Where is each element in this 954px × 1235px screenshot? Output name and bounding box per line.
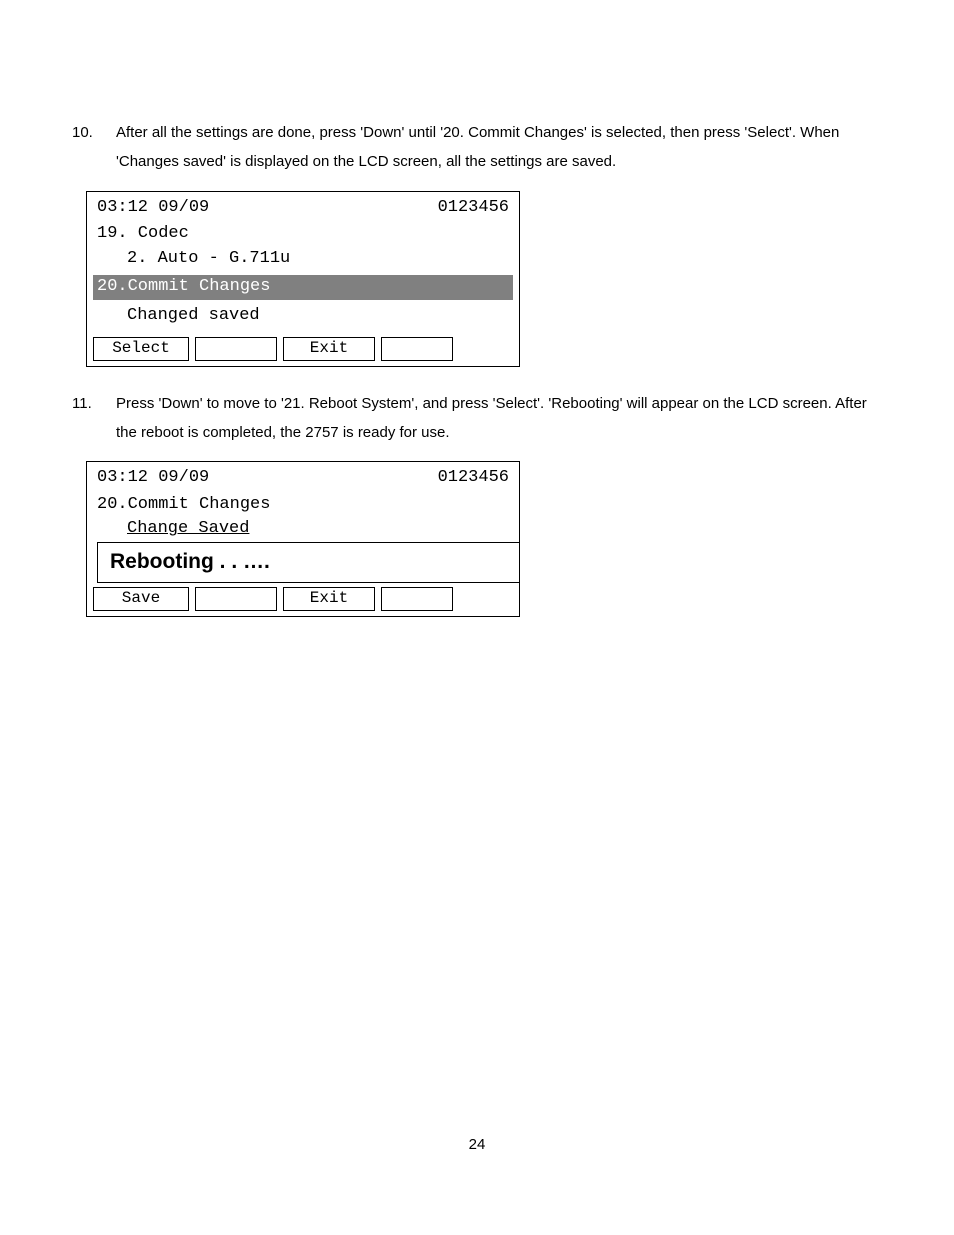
- step-number: 11.: [60, 389, 116, 448]
- lcd-code: 0123456: [438, 466, 509, 491]
- lcd-code: 0123456: [438, 196, 509, 221]
- lcd-body: 20.Commit Changes Change Saved: [87, 491, 519, 542]
- page-content: 10. After all the settings are done, pre…: [0, 0, 954, 617]
- reboot-message-box: Rebooting . . ….: [97, 542, 519, 582]
- lcd-header: 03:12 09/09 0123456: [87, 192, 519, 221]
- page-number: 24: [0, 1136, 954, 1153]
- step-10: 10. After all the settings are done, pre…: [60, 118, 894, 177]
- lcd-button-row: Save Exit: [87, 583, 519, 616]
- step-text: After all the settings are done, press '…: [116, 118, 894, 177]
- step-text: Press 'Down' to move to '21. Reboot Syst…: [116, 389, 894, 448]
- blank-button[interactable]: [381, 587, 453, 611]
- lcd-screen-1: 03:12 09/09 0123456 19. Codec 2. Auto - …: [86, 191, 520, 367]
- lcd-body: 19. Codec 2. Auto - G.711u: [87, 220, 519, 275]
- step-number: 10.: [60, 118, 116, 177]
- lcd-status: Changed saved: [87, 302, 519, 333]
- save-button[interactable]: Save: [93, 587, 189, 611]
- lcd-time: 03:12 09/09: [97, 196, 209, 221]
- lcd-time: 03:12 09/09: [97, 466, 209, 491]
- reboot-text: Rebooting . . ….: [110, 550, 270, 573]
- step-11: 11. Press 'Down' to move to '21. Reboot …: [60, 389, 894, 448]
- blank-button[interactable]: [195, 587, 277, 611]
- lcd-line: Change Saved: [97, 517, 509, 542]
- exit-button[interactable]: Exit: [283, 337, 375, 361]
- lcd-selected-line: 20.Commit Changes: [93, 275, 513, 300]
- lcd-line: 20.Commit Changes: [97, 493, 509, 518]
- lcd-button-row: Select Exit: [87, 333, 519, 366]
- lcd-line: 2. Auto - G.711u: [97, 247, 509, 272]
- select-button[interactable]: Select: [93, 337, 189, 361]
- lcd-header: 03:12 09/09 0123456: [87, 462, 519, 491]
- exit-button[interactable]: Exit: [283, 587, 375, 611]
- blank-button[interactable]: [195, 337, 277, 361]
- lcd-status-text: Changed saved: [97, 304, 509, 329]
- lcd-line: 19. Codec: [97, 222, 509, 247]
- blank-button[interactable]: [381, 337, 453, 361]
- lcd-screen-2: 03:12 09/09 0123456 20.Commit Changes Ch…: [86, 461, 520, 616]
